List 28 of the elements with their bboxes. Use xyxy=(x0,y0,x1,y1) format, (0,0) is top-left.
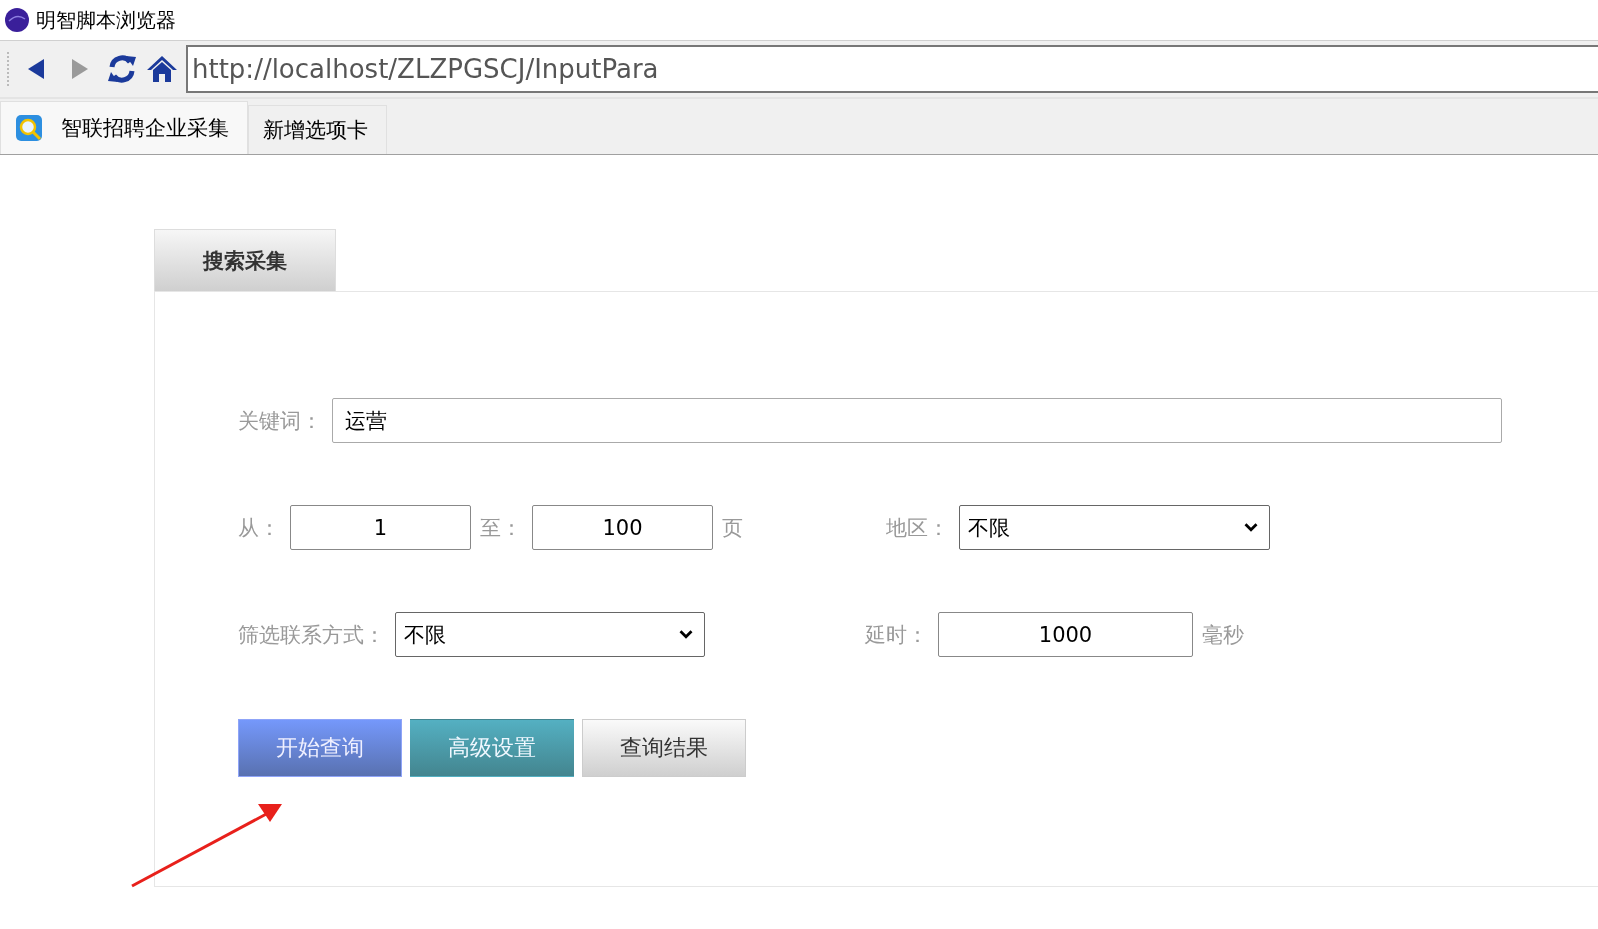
browser-tab[interactable]: 智联招聘企业采集 xyxy=(0,101,248,154)
address-bar[interactable]: http://localhost/ZLZPGSCJ/InputPara xyxy=(186,45,1598,93)
panel-tab[interactable]: 搜索采集 xyxy=(154,229,336,291)
page-unit-label: 页 xyxy=(722,514,743,542)
chevron-down-icon xyxy=(678,629,694,640)
contact-filter-label: 筛选联系方式： xyxy=(238,621,385,649)
from-label: 从： xyxy=(238,514,280,542)
toolbar-grip-icon xyxy=(6,49,10,89)
home-icon[interactable] xyxy=(146,53,178,85)
magnifier-icon xyxy=(15,114,43,142)
delay-unit-label: 毫秒 xyxy=(1202,621,1244,649)
to-label: 至： xyxy=(480,514,522,542)
window-title: 明智脚本浏览器 xyxy=(36,6,176,34)
keyword-input[interactable]: 运营 xyxy=(332,398,1502,443)
delay-input[interactable]: 1000 xyxy=(938,612,1193,657)
back-icon[interactable] xyxy=(26,57,46,81)
keyword-label: 关键词： xyxy=(238,407,322,435)
action-button[interactable]: 查询结果 xyxy=(582,719,746,777)
from-page-input[interactable]: 1 xyxy=(290,505,471,550)
app-logo-icon xyxy=(4,7,30,33)
refresh-icon[interactable] xyxy=(106,53,138,85)
chevron-down-icon xyxy=(1243,522,1259,533)
to-page-input[interactable]: 100 xyxy=(532,505,713,550)
browser-tab[interactable]: 新增选项卡 xyxy=(248,105,387,154)
region-dropdown[interactable]: 不限 xyxy=(959,505,1270,550)
delay-label: 延时： xyxy=(865,621,928,649)
region-label: 地区： xyxy=(886,514,949,542)
contact-filter-dropdown[interactable]: 不限 xyxy=(395,612,705,657)
